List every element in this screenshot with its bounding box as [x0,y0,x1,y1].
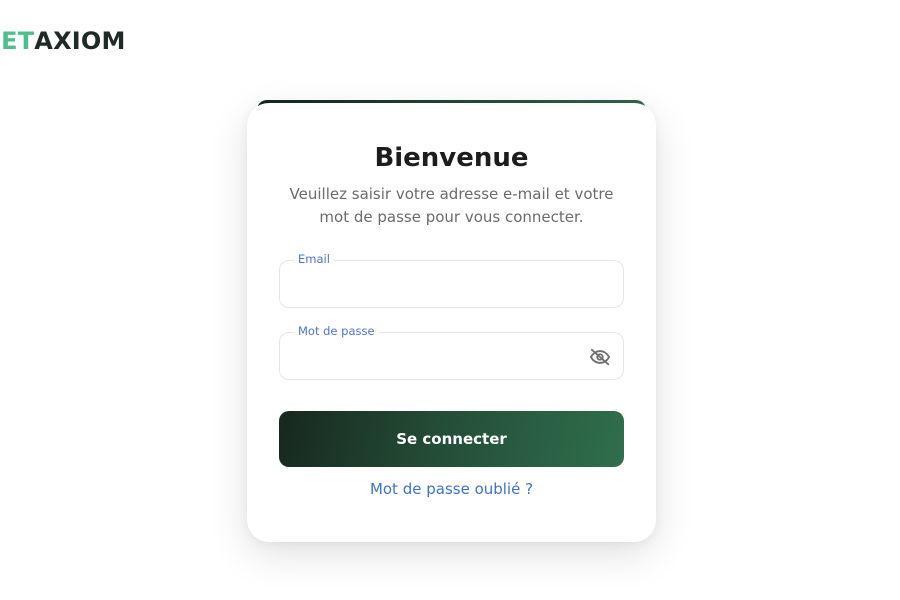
login-page: IET AXIOM Bienvenue Veuillez saisir votr… [0,0,900,600]
logo-part-dark: AXIOM [34,27,126,55]
password-label: Mot de passe [294,324,379,338]
password-field: Mot de passe [279,324,624,380]
password-input[interactable] [292,343,577,369]
forgot-password-link[interactable]: Mot de passe oublié ? [247,480,656,498]
login-card-wrapper: Bienvenue Veuillez saisir votre adresse … [247,100,656,542]
email-label: Email [294,252,334,266]
page-title: Bienvenue [374,143,529,173]
page-subtitle: Veuillez saisir votre adresse e-mail et … [289,185,614,226]
email-field: Email [279,252,624,308]
login-button[interactable]: Se connecter [279,411,624,467]
login-card: Bienvenue Veuillez saisir votre adresse … [247,103,656,542]
email-input[interactable] [292,271,577,297]
brand-logo: IET AXIOM [0,27,126,55]
logo-part-accent: IET [0,27,35,55]
eye-off-icon[interactable] [589,346,611,368]
